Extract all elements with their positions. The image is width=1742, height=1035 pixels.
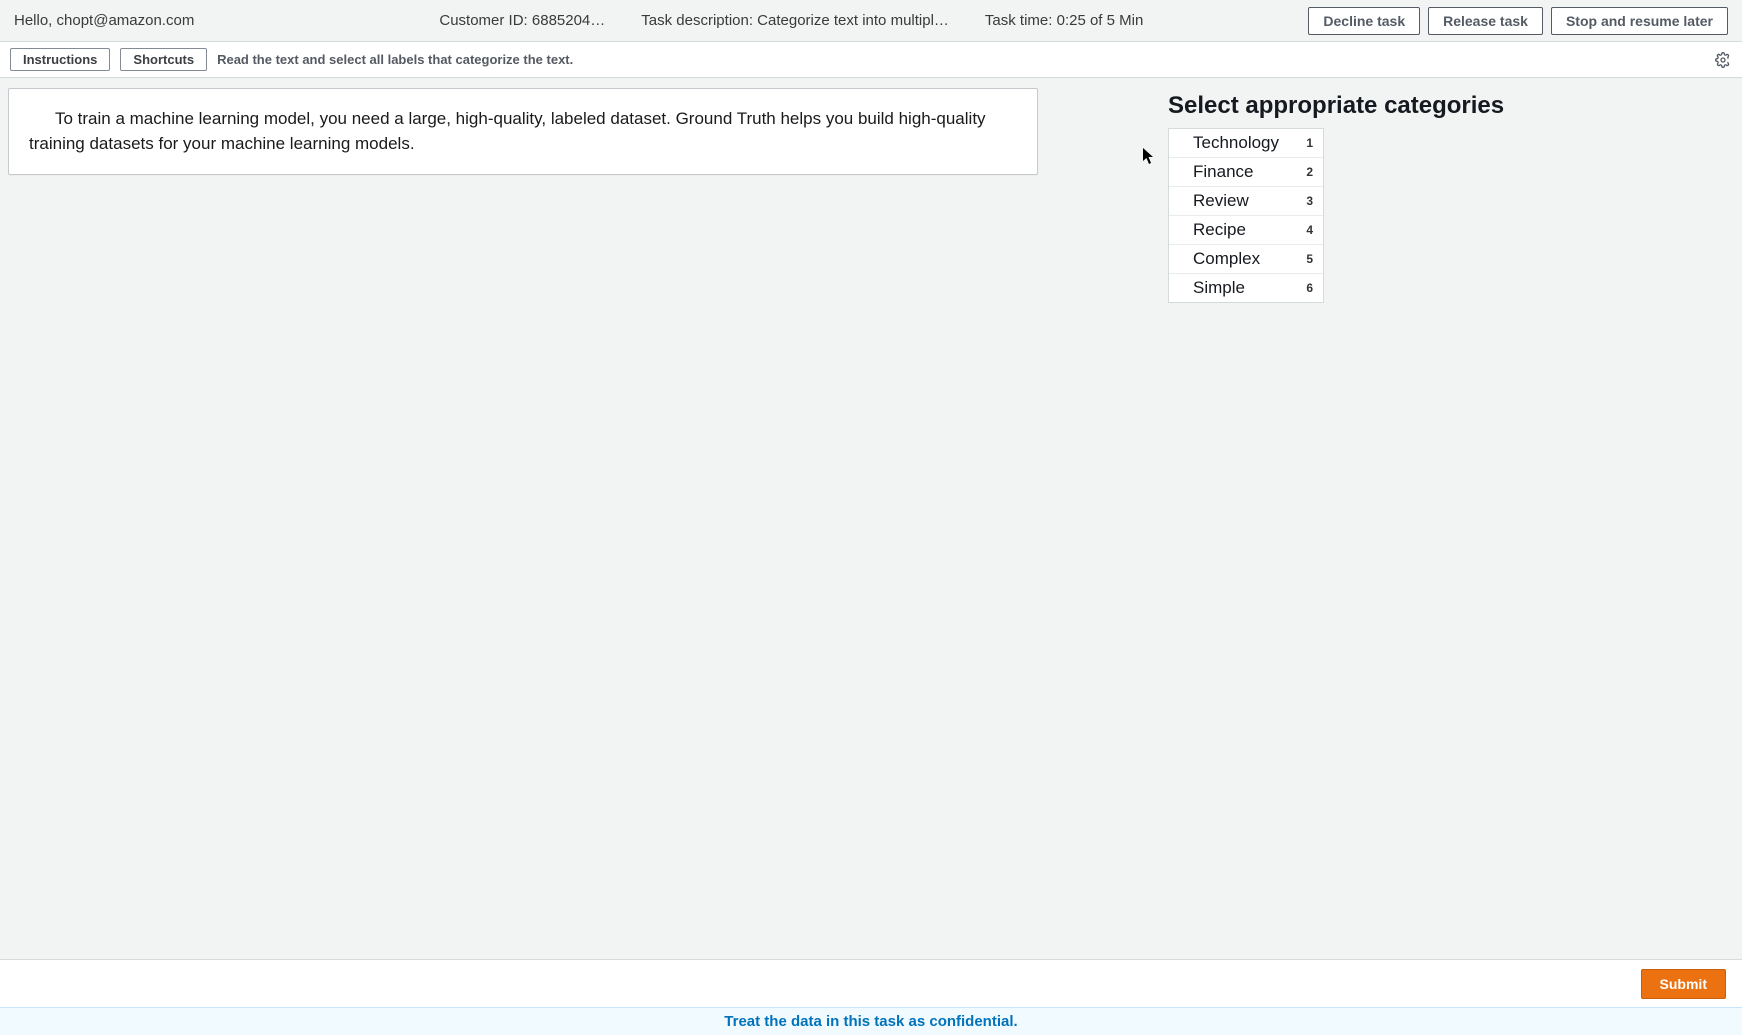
header-actions: Decline task Release task Stop and resum… [1308,7,1728,35]
category-shortcut: 2 [1306,165,1313,179]
instructions-button[interactable]: Instructions [10,48,110,71]
gear-icon[interactable] [1714,51,1732,69]
category-label: Review [1193,191,1249,211]
toolbar-hint: Read the text and select all labels that… [217,52,573,67]
categories-panel: Select appropriate categories Technology… [1048,88,1734,949]
submit-bar: Submit [0,959,1742,1007]
confidential-text: Treat the data in this task as confident… [724,1013,1017,1030]
category-shortcut: 6 [1306,281,1313,295]
header-meta: Customer ID: 6885204… Task description: … [274,12,1308,29]
category-item-finance[interactable]: Finance 2 [1169,158,1323,187]
content-area: To train a machine learning model, you n… [0,78,1742,959]
greeting-text: Hello, chopt@amazon.com [14,12,194,29]
task-text: To train a machine learning model, you n… [29,109,986,153]
category-label: Simple [1193,278,1245,298]
category-item-recipe[interactable]: Recipe 4 [1169,216,1323,245]
category-item-review[interactable]: Review 3 [1169,187,1323,216]
stop-resume-button[interactable]: Stop and resume later [1551,7,1728,35]
task-time: Task time: 0:25 of 5 Min [985,12,1143,29]
category-shortcut: 5 [1306,252,1313,266]
category-label: Technology [1193,133,1279,153]
customer-id: Customer ID: 6885204… [439,12,605,29]
category-list: Technology 1 Finance 2 Review 3 Recipe 4… [1168,128,1324,303]
categories-title: Select appropriate categories [1168,92,1734,120]
category-item-simple[interactable]: Simple 6 [1169,274,1323,302]
category-shortcut: 4 [1306,223,1313,237]
category-shortcut: 3 [1306,194,1313,208]
shortcuts-button[interactable]: Shortcuts [120,48,207,71]
decline-task-button[interactable]: Decline task [1308,7,1420,35]
category-item-technology[interactable]: Technology 1 [1169,129,1323,158]
task-description: Task description: Categorize text into m… [641,12,949,29]
confidential-banner: Treat the data in this task as confident… [0,1007,1742,1035]
category-shortcut: 1 [1306,136,1313,150]
task-text-panel: To train a machine learning model, you n… [8,88,1038,175]
category-item-complex[interactable]: Complex 5 [1169,245,1323,274]
toolbar: Instructions Shortcuts Read the text and… [0,42,1742,78]
category-label: Finance [1193,162,1253,182]
submit-button[interactable]: Submit [1641,969,1726,999]
category-label: Complex [1193,249,1260,269]
category-label: Recipe [1193,220,1246,240]
header-bar: Hello, chopt@amazon.com Customer ID: 688… [0,0,1742,42]
release-task-button[interactable]: Release task [1428,7,1543,35]
